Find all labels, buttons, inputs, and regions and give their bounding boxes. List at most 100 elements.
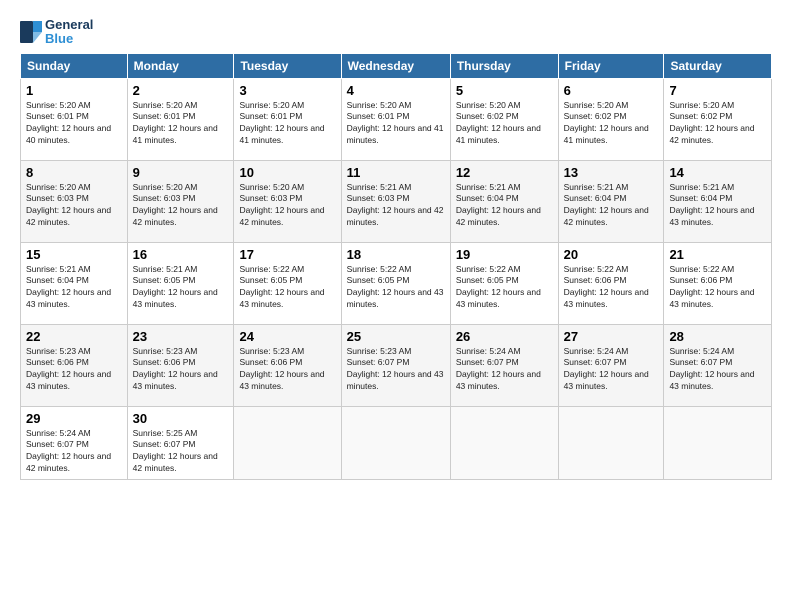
calendar-cell: 3 Sunrise: 5:20 AMSunset: 6:01 PMDayligh… xyxy=(234,78,341,160)
logo-line1: General xyxy=(45,18,93,32)
calendar-cell: 24 Sunrise: 5:23 AMSunset: 6:06 PMDaylig… xyxy=(234,324,341,406)
calendar-cell: 10 Sunrise: 5:20 AMSunset: 6:03 PMDaylig… xyxy=(234,160,341,242)
calendar-cell: 4 Sunrise: 5:20 AMSunset: 6:01 PMDayligh… xyxy=(341,78,450,160)
calendar-cell xyxy=(234,406,341,480)
calendar-table: SundayMondayTuesdayWednesdayThursdayFrid… xyxy=(20,53,772,481)
calendar-cell xyxy=(664,406,772,480)
day-info: Sunrise: 5:24 AMSunset: 6:07 PMDaylight:… xyxy=(564,346,659,394)
weekday-header-saturday: Saturday xyxy=(664,53,772,78)
day-info: Sunrise: 5:20 AMSunset: 6:02 PMDaylight:… xyxy=(564,100,659,148)
calendar-cell: 29 Sunrise: 5:24 AMSunset: 6:07 PMDaylig… xyxy=(21,406,128,480)
day-number: 15 xyxy=(26,247,122,262)
calendar-cell: 1 Sunrise: 5:20 AMSunset: 6:01 PMDayligh… xyxy=(21,78,128,160)
calendar-week-5: 29 Sunrise: 5:24 AMSunset: 6:07 PMDaylig… xyxy=(21,406,772,480)
day-number: 25 xyxy=(347,329,445,344)
day-number: 21 xyxy=(669,247,766,262)
day-info: Sunrise: 5:20 AMSunset: 6:01 PMDaylight:… xyxy=(26,100,122,148)
calendar-header-row: SundayMondayTuesdayWednesdayThursdayFrid… xyxy=(21,53,772,78)
day-number: 29 xyxy=(26,411,122,426)
day-number: 20 xyxy=(564,247,659,262)
calendar-cell: 6 Sunrise: 5:20 AMSunset: 6:02 PMDayligh… xyxy=(558,78,664,160)
day-info: Sunrise: 5:23 AMSunset: 6:06 PMDaylight:… xyxy=(133,346,229,394)
logo-text-block: General Blue xyxy=(20,18,93,47)
weekday-header-tuesday: Tuesday xyxy=(234,53,341,78)
day-info: Sunrise: 5:22 AMSunset: 6:06 PMDaylight:… xyxy=(669,264,766,312)
day-number: 6 xyxy=(564,83,659,98)
day-info: Sunrise: 5:20 AMSunset: 6:03 PMDaylight:… xyxy=(239,182,335,230)
calendar-cell: 14 Sunrise: 5:21 AMSunset: 6:04 PMDaylig… xyxy=(664,160,772,242)
day-number: 17 xyxy=(239,247,335,262)
weekday-header-friday: Friday xyxy=(558,53,664,78)
calendar-cell: 12 Sunrise: 5:21 AMSunset: 6:04 PMDaylig… xyxy=(450,160,558,242)
logo-line2: Blue xyxy=(45,32,93,46)
logo: General Blue xyxy=(20,18,93,47)
calendar-cell: 15 Sunrise: 5:21 AMSunset: 6:04 PMDaylig… xyxy=(21,242,128,324)
calendar-cell: 16 Sunrise: 5:21 AMSunset: 6:05 PMDaylig… xyxy=(127,242,234,324)
calendar-cell: 22 Sunrise: 5:23 AMSunset: 6:06 PMDaylig… xyxy=(21,324,128,406)
day-info: Sunrise: 5:20 AMSunset: 6:02 PMDaylight:… xyxy=(456,100,553,148)
day-number: 27 xyxy=(564,329,659,344)
day-info: Sunrise: 5:23 AMSunset: 6:06 PMDaylight:… xyxy=(26,346,122,394)
day-info: Sunrise: 5:24 AMSunset: 6:07 PMDaylight:… xyxy=(456,346,553,394)
day-info: Sunrise: 5:20 AMSunset: 6:02 PMDaylight:… xyxy=(669,100,766,148)
day-info: Sunrise: 5:20 AMSunset: 6:03 PMDaylight:… xyxy=(133,182,229,230)
day-info: Sunrise: 5:24 AMSunset: 6:07 PMDaylight:… xyxy=(669,346,766,394)
day-number: 18 xyxy=(347,247,445,262)
day-number: 26 xyxy=(456,329,553,344)
day-number: 14 xyxy=(669,165,766,180)
day-info: Sunrise: 5:22 AMSunset: 6:05 PMDaylight:… xyxy=(456,264,553,312)
day-number: 16 xyxy=(133,247,229,262)
calendar-cell: 5 Sunrise: 5:20 AMSunset: 6:02 PMDayligh… xyxy=(450,78,558,160)
main-container: General Blue SundayMondayTuesdayWednesda… xyxy=(0,0,792,490)
day-number: 19 xyxy=(456,247,553,262)
calendar-cell: 18 Sunrise: 5:22 AMSunset: 6:05 PMDaylig… xyxy=(341,242,450,324)
day-info: Sunrise: 5:24 AMSunset: 6:07 PMDaylight:… xyxy=(26,428,122,476)
day-number: 11 xyxy=(347,165,445,180)
calendar-cell: 17 Sunrise: 5:22 AMSunset: 6:05 PMDaylig… xyxy=(234,242,341,324)
calendar-cell xyxy=(450,406,558,480)
weekday-header-thursday: Thursday xyxy=(450,53,558,78)
day-number: 2 xyxy=(133,83,229,98)
day-number: 3 xyxy=(239,83,335,98)
calendar-cell: 23 Sunrise: 5:23 AMSunset: 6:06 PMDaylig… xyxy=(127,324,234,406)
day-info: Sunrise: 5:22 AMSunset: 6:06 PMDaylight:… xyxy=(564,264,659,312)
day-info: Sunrise: 5:21 AMSunset: 6:04 PMDaylight:… xyxy=(456,182,553,230)
calendar-cell: 20 Sunrise: 5:22 AMSunset: 6:06 PMDaylig… xyxy=(558,242,664,324)
logo-graphic xyxy=(20,21,42,43)
calendar-week-4: 22 Sunrise: 5:23 AMSunset: 6:06 PMDaylig… xyxy=(21,324,772,406)
day-info: Sunrise: 5:22 AMSunset: 6:05 PMDaylight:… xyxy=(347,264,445,312)
calendar-week-3: 15 Sunrise: 5:21 AMSunset: 6:04 PMDaylig… xyxy=(21,242,772,324)
day-info: Sunrise: 5:21 AMSunset: 6:04 PMDaylight:… xyxy=(669,182,766,230)
calendar-cell: 13 Sunrise: 5:21 AMSunset: 6:04 PMDaylig… xyxy=(558,160,664,242)
day-info: Sunrise: 5:20 AMSunset: 6:01 PMDaylight:… xyxy=(133,100,229,148)
calendar-cell: 27 Sunrise: 5:24 AMSunset: 6:07 PMDaylig… xyxy=(558,324,664,406)
calendar-cell: 8 Sunrise: 5:20 AMSunset: 6:03 PMDayligh… xyxy=(21,160,128,242)
day-number: 7 xyxy=(669,83,766,98)
weekday-header-sunday: Sunday xyxy=(21,53,128,78)
calendar-cell: 25 Sunrise: 5:23 AMSunset: 6:07 PMDaylig… xyxy=(341,324,450,406)
calendar-cell: 11 Sunrise: 5:21 AMSunset: 6:03 PMDaylig… xyxy=(341,160,450,242)
day-info: Sunrise: 5:23 AMSunset: 6:07 PMDaylight:… xyxy=(347,346,445,394)
day-info: Sunrise: 5:20 AMSunset: 6:03 PMDaylight:… xyxy=(26,182,122,230)
day-number: 28 xyxy=(669,329,766,344)
day-info: Sunrise: 5:21 AMSunset: 6:03 PMDaylight:… xyxy=(347,182,445,230)
calendar-week-1: 1 Sunrise: 5:20 AMSunset: 6:01 PMDayligh… xyxy=(21,78,772,160)
day-number: 9 xyxy=(133,165,229,180)
day-number: 8 xyxy=(26,165,122,180)
calendar-cell: 30 Sunrise: 5:25 AMSunset: 6:07 PMDaylig… xyxy=(127,406,234,480)
weekday-header-monday: Monday xyxy=(127,53,234,78)
calendar-cell: 26 Sunrise: 5:24 AMSunset: 6:07 PMDaylig… xyxy=(450,324,558,406)
day-number: 1 xyxy=(26,83,122,98)
day-number: 5 xyxy=(456,83,553,98)
calendar-cell: 9 Sunrise: 5:20 AMSunset: 6:03 PMDayligh… xyxy=(127,160,234,242)
calendar-cell: 21 Sunrise: 5:22 AMSunset: 6:06 PMDaylig… xyxy=(664,242,772,324)
calendar-cell: 28 Sunrise: 5:24 AMSunset: 6:07 PMDaylig… xyxy=(664,324,772,406)
calendar-cell: 19 Sunrise: 5:22 AMSunset: 6:05 PMDaylig… xyxy=(450,242,558,324)
calendar-week-2: 8 Sunrise: 5:20 AMSunset: 6:03 PMDayligh… xyxy=(21,160,772,242)
calendar-cell xyxy=(341,406,450,480)
day-info: Sunrise: 5:21 AMSunset: 6:04 PMDaylight:… xyxy=(564,182,659,230)
day-number: 23 xyxy=(133,329,229,344)
day-info: Sunrise: 5:20 AMSunset: 6:01 PMDaylight:… xyxy=(239,100,335,148)
header: General Blue xyxy=(20,18,772,47)
day-info: Sunrise: 5:22 AMSunset: 6:05 PMDaylight:… xyxy=(239,264,335,312)
